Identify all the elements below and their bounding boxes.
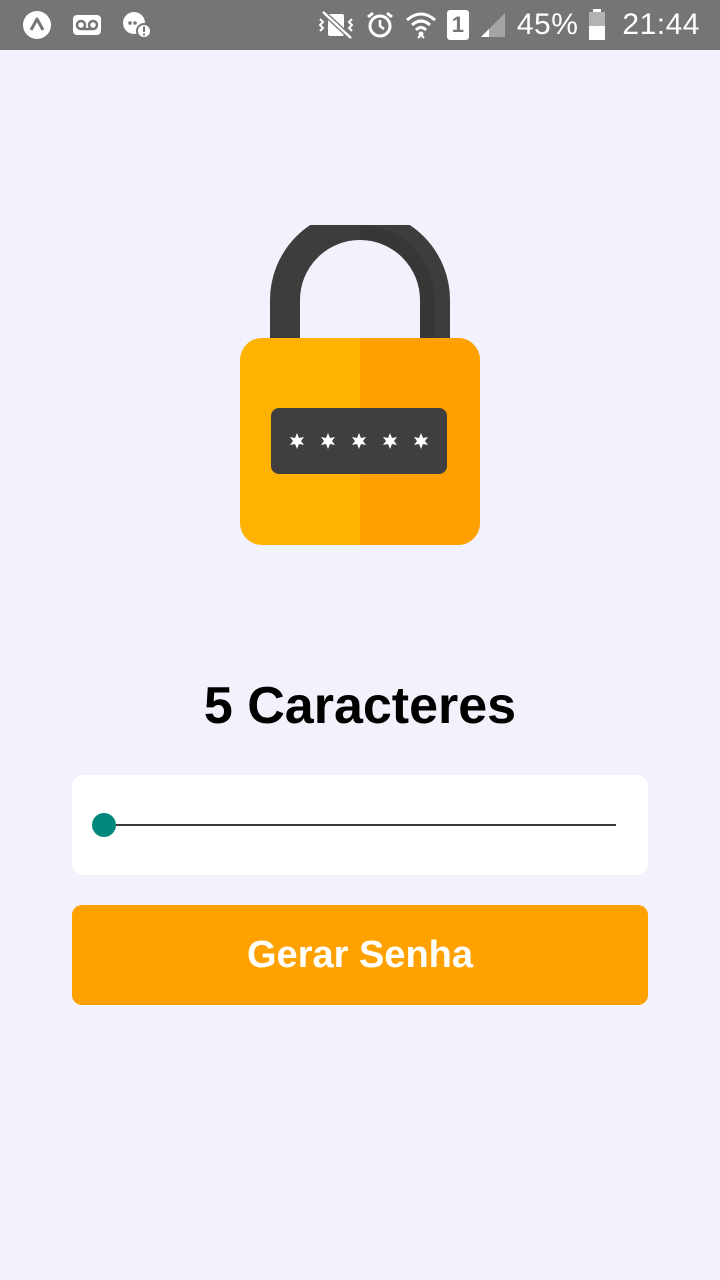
padlock-password-icon xyxy=(240,210,480,545)
wifi-icon xyxy=(405,10,437,40)
app-a-icon xyxy=(22,10,52,40)
battery-percent: 45% xyxy=(516,8,579,41)
password-length-label: 5 Caracteres xyxy=(203,677,517,735)
length-slider-track[interactable] xyxy=(104,824,616,826)
status-bar-left xyxy=(22,0,152,50)
status-bar: 1 45% 21:44 xyxy=(0,0,720,50)
sim-1-icon: 1 xyxy=(446,10,469,40)
clock-time: 21:44 xyxy=(622,8,700,41)
length-slider-thumb[interactable] xyxy=(92,813,116,837)
generate-password-button-label: Gerar Senha xyxy=(247,933,473,976)
vibrate-mute-icon xyxy=(317,10,355,40)
sim-slot-number: 1 xyxy=(451,12,464,37)
battery-icon xyxy=(588,9,606,41)
generate-password-button[interactable]: Gerar Senha xyxy=(72,905,648,1005)
chat-alert-icon xyxy=(122,11,152,39)
voicemail-icon xyxy=(72,14,102,36)
length-slider-card xyxy=(72,775,648,875)
alarm-icon xyxy=(365,10,395,40)
status-bar-right: 1 45% 21:44 xyxy=(317,0,700,50)
signal-icon xyxy=(479,11,507,39)
